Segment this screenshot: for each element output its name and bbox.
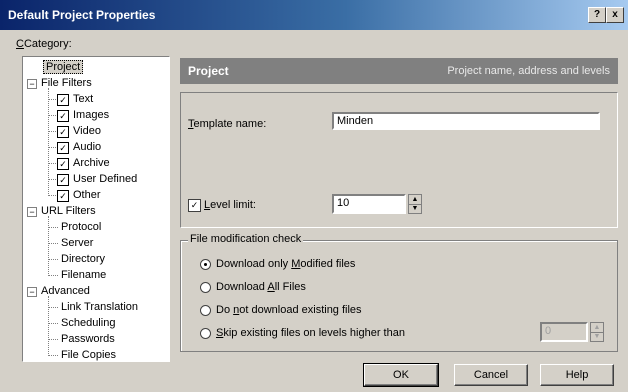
tree-item[interactable]: Filename bbox=[61, 268, 106, 282]
level-limit-checkbox[interactable]: ✓ bbox=[188, 199, 201, 212]
radio-skip-levels-label[interactable]: Skip existing files on levels higher tha… bbox=[216, 327, 405, 339]
tree-item-label: Video bbox=[73, 125, 101, 137]
tree-item[interactable]: Directory bbox=[61, 252, 105, 266]
tree-item-label: File Copies bbox=[61, 349, 117, 361]
close-icon[interactable]: x bbox=[606, 7, 624, 23]
opt1-a: Download bbox=[216, 281, 268, 293]
tree-item-label: Passwords bbox=[61, 333, 115, 345]
tree-item[interactable]: Link Translation bbox=[61, 300, 138, 314]
tree-item-label: Directory bbox=[61, 253, 106, 265]
radio-modified-files[interactable] bbox=[200, 259, 211, 270]
tree-item[interactable]: Protocol bbox=[61, 220, 101, 234]
collapse-icon[interactable]: − bbox=[27, 287, 37, 297]
tree-checkbox[interactable]: ✓ bbox=[57, 174, 69, 186]
tree-item[interactable]: File Copies bbox=[61, 348, 117, 361]
tree-item-label: URL Filters bbox=[41, 205, 96, 217]
tree-item[interactable]: ✓ User Defined bbox=[57, 172, 137, 186]
category-tree[interactable]: Project − File Filters ✓ Text ✓ Images ✓ Video ✓ A… bbox=[22, 56, 170, 362]
tree-item[interactable]: Passwords bbox=[61, 332, 115, 346]
tree-connector bbox=[48, 296, 49, 356]
tree-item-label: Link Translation bbox=[61, 301, 139, 313]
radio-skip-levels[interactable] bbox=[200, 328, 211, 339]
help-icon[interactable]: ? bbox=[588, 7, 606, 23]
opt0-u: M bbox=[291, 258, 301, 270]
tree-connector bbox=[48, 88, 49, 196]
tree-connector bbox=[48, 227, 58, 228]
tree-connector bbox=[48, 355, 58, 356]
radio-not-existing-label[interactable]: Do not download existing files bbox=[216, 304, 362, 316]
ok-button[interactable]: OK bbox=[363, 363, 439, 387]
tree-item[interactable]: Project bbox=[43, 60, 84, 74]
radio-modified-files-label[interactable]: Download only Modified files bbox=[216, 258, 355, 270]
template-name-label-text: emplate name: bbox=[193, 118, 267, 130]
category-label: CCategory: bbox=[16, 38, 72, 50]
skip-spin-down-icon[interactable]: ▼ bbox=[591, 332, 603, 341]
collapse-icon[interactable]: − bbox=[27, 79, 37, 89]
tree-connector bbox=[48, 216, 49, 276]
tree-checkbox[interactable]: ✓ bbox=[57, 190, 69, 202]
tree-checkbox[interactable]: ✓ bbox=[57, 94, 69, 106]
tree-item-label: User Defined bbox=[73, 173, 138, 185]
spin-down-icon[interactable]: ▼ bbox=[409, 204, 421, 213]
tree-item[interactable]: ✓ Audio bbox=[57, 140, 101, 154]
section-subtitle: Project name, address and levels bbox=[447, 65, 610, 77]
opt1-u: A bbox=[267, 281, 275, 293]
radio-all-files[interactable] bbox=[200, 282, 211, 293]
template-name-label: Template name: bbox=[188, 118, 266, 130]
tree-item-label: Protocol bbox=[61, 221, 102, 233]
radio-not-existing[interactable] bbox=[200, 305, 211, 316]
level-limit-spinner[interactable]: ▲ ▼ bbox=[408, 194, 422, 214]
tree-checkbox[interactable]: ✓ bbox=[57, 142, 69, 154]
tree-checkbox[interactable]: ✓ bbox=[57, 110, 69, 122]
tree-connector bbox=[48, 339, 58, 340]
radio-all-files-label[interactable]: Download All Files bbox=[216, 281, 306, 293]
tree-item[interactable]: ✓ Archive bbox=[57, 156, 110, 170]
tree-item-label: Images bbox=[73, 109, 110, 121]
file-modification-legend: File modification check bbox=[188, 233, 304, 245]
level-limit-input[interactable]: 10 bbox=[332, 194, 406, 214]
tree-item-label: Scheduling bbox=[61, 317, 116, 329]
skip-level-spinner[interactable]: ▲ ▼ bbox=[590, 322, 604, 342]
opt2-a: Do bbox=[216, 304, 234, 316]
window-title: Default Project Properties bbox=[8, 8, 156, 22]
title-bar[interactable]: Default Project Properties ? x bbox=[0, 0, 628, 30]
skip-level-input[interactable]: 0 bbox=[540, 322, 588, 342]
tree-item-label: Text bbox=[73, 93, 94, 105]
tree-item[interactable]: ✓ Other bbox=[57, 188, 101, 202]
section-title: Project bbox=[188, 64, 229, 78]
opt1-b: ll Files bbox=[274, 281, 306, 293]
cancel-button[interactable]: Cancel bbox=[454, 364, 528, 386]
tree-item[interactable]: Server bbox=[61, 236, 93, 250]
tree-connector bbox=[48, 275, 58, 276]
tree-connector bbox=[48, 259, 58, 260]
tree-item[interactable]: URL Filters bbox=[41, 204, 96, 218]
help-button[interactable]: Help bbox=[540, 364, 614, 386]
collapse-icon[interactable]: − bbox=[27, 207, 37, 217]
tree-checkbox[interactable]: ✓ bbox=[57, 126, 69, 138]
tree-item-label: Other bbox=[73, 189, 101, 201]
tree-item[interactable]: ✓ Text bbox=[57, 92, 93, 106]
tree-connector bbox=[48, 243, 58, 244]
tree-connector bbox=[48, 323, 58, 324]
tree-item[interactable]: ✓ Video bbox=[57, 124, 101, 138]
tree-item[interactable]: Scheduling bbox=[61, 316, 115, 330]
category-label-text: Category: bbox=[23, 38, 72, 50]
tree-connector bbox=[48, 307, 58, 308]
level-limit-label: Level limit: bbox=[204, 199, 256, 211]
template-name-input[interactable]: Minden bbox=[332, 112, 600, 130]
opt3-b: kip existing files on levels higher than bbox=[223, 327, 405, 339]
tree-item-label: Filename bbox=[61, 269, 107, 281]
tree-item-label: Archive bbox=[73, 157, 110, 169]
tree-item-label: Project bbox=[43, 60, 84, 74]
opt0-a: Download only bbox=[216, 258, 292, 270]
opt2-b: ot download existing files bbox=[239, 304, 362, 316]
section-header: Project Project name, address and levels bbox=[180, 58, 618, 84]
tree-checkbox[interactable]: ✓ bbox=[57, 158, 69, 170]
tree-item-label: Server bbox=[61, 237, 94, 249]
opt0-b: odified files bbox=[300, 258, 356, 270]
level-limit-label-text: evel limit: bbox=[210, 199, 256, 211]
tree-item[interactable]: ✓ Images bbox=[57, 108, 109, 122]
properties-dialog: Default Project Properties ? x CCategory… bbox=[0, 0, 628, 392]
tree-item-label: Audio bbox=[73, 141, 102, 153]
